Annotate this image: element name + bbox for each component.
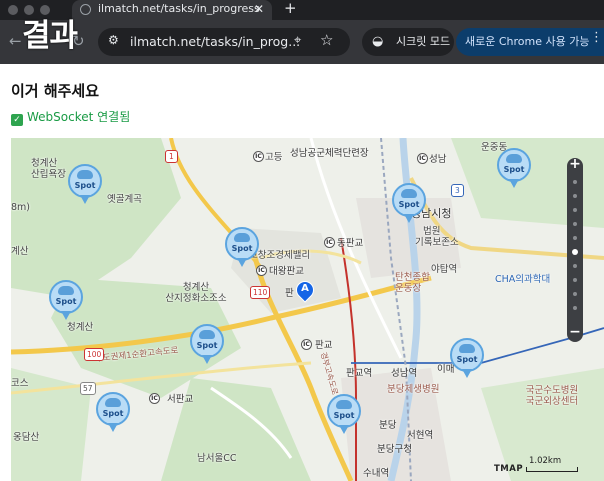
spot-marker[interactable]: Spot: [68, 164, 102, 206]
browser-toolbar: ← ↻ ⚙ ilmatch.net/tasks/in_prog... ⌖ ☆ ◒…: [0, 20, 604, 64]
current-location-marker[interactable]: A: [292, 277, 318, 303]
map-label: 코스: [11, 378, 29, 389]
map-label: 기록보존소: [415, 237, 459, 248]
map-label: 탄천종합 운동장: [395, 272, 430, 294]
scale-label: 1.02km: [529, 456, 562, 466]
map-label: 청계산: [67, 322, 94, 333]
spot-marker[interactable]: Spot: [497, 148, 531, 190]
road-shield: 100: [84, 348, 105, 361]
browser-tab[interactable]: ilmatch.net/tasks/in_progress ✕: [72, 0, 272, 20]
map-label: 옛골계곡: [107, 194, 142, 205]
overlay-title: 결과: [22, 18, 78, 54]
tab-strip: ilmatch.net/tasks/in_progress ✕ +: [0, 0, 604, 20]
spot-marker[interactable]: Spot: [225, 227, 259, 269]
interchange-icon: IC: [253, 151, 264, 162]
map-label: 남서울CC: [197, 453, 237, 464]
map-label: 판교역: [346, 368, 373, 379]
zoom-slider-handle[interactable]: [572, 249, 578, 255]
road-shield: 110: [250, 286, 271, 299]
zoom-out-button[interactable]: −: [567, 324, 583, 340]
incognito-indicator[interactable]: ◒ 시크릿 모드: [362, 28, 454, 56]
connection-status: ✓ WebSocket 연결됨: [11, 108, 130, 126]
map-label: 분당: [379, 420, 397, 431]
map-label: 성남공군체력단련장: [290, 148, 369, 159]
cloud-icon: [58, 286, 74, 295]
map-label: 판교: [315, 340, 333, 351]
map-label: 성남: [429, 154, 447, 165]
map-view[interactable]: 성남공군체력단련장 성남 운중동 청계산 산립욕장 옛골계곡 8m) 계산 성남…: [11, 138, 604, 481]
map-label: 서판교: [167, 394, 194, 405]
tab-title: ilmatch.net/tasks/in_progress: [98, 2, 260, 15]
cloud-icon: [401, 189, 417, 198]
location-pin-icon[interactable]: ⌖: [294, 33, 301, 48]
update-chrome-button[interactable]: 새로운 Chrome 사용 가능: [456, 28, 604, 56]
browser-chrome: ilmatch.net/tasks/in_progress ✕ + ← ↻ ⚙ …: [0, 0, 604, 64]
cloud-icon: [459, 344, 475, 353]
map-label: 계산: [11, 246, 29, 257]
map-label: 고등: [265, 152, 283, 163]
road-shield: 57: [80, 382, 96, 395]
cloud-icon: [336, 400, 352, 409]
incognito-label: 시크릿 모드: [396, 35, 451, 48]
map-label: 청계산 산지정화소조소: [165, 282, 227, 304]
site-settings-icon[interactable]: ⚙: [108, 33, 119, 47]
cloud-icon: [199, 330, 215, 339]
map-label: 8m): [11, 202, 31, 213]
map-label: 서현역: [407, 430, 434, 441]
map-label: CHA의과학대: [495, 274, 551, 285]
map-label: 성남역: [391, 368, 418, 379]
map-label: 국군수도병원 국군외상센터: [525, 385, 579, 407]
cloud-icon: [77, 170, 93, 179]
spot-marker[interactable]: Spot: [96, 392, 130, 434]
map-label: 동판교: [337, 238, 364, 249]
road-shield: 3: [451, 184, 464, 197]
spot-marker[interactable]: Spot: [392, 183, 426, 225]
scale-bar: [526, 467, 578, 472]
page-content: 이거 해주세요 ✓ WebSocket 연결됨 성남공군체력단련장 성남 운중동…: [0, 64, 604, 481]
spot-marker[interactable]: Spot: [49, 280, 83, 322]
address-bar[interactable]: ⚙ ilmatch.net/tasks/in_prog... ⌖ ☆: [98, 28, 350, 56]
map-brand-logo: TMAP: [494, 464, 524, 474]
globe-icon: [80, 4, 91, 15]
interchange-icon: IC: [417, 153, 428, 164]
map-label: 분당구청: [377, 444, 412, 455]
cloud-icon: [234, 233, 250, 242]
spot-marker[interactable]: Spot: [190, 324, 224, 366]
map-label: 판: [285, 288, 294, 299]
zoom-control[interactable]: + −: [567, 156, 583, 342]
road-shield: 1: [165, 150, 178, 163]
map-label: 옹담산: [13, 432, 40, 443]
interchange-icon: IC: [301, 339, 312, 350]
tab-close-icon[interactable]: ✕: [254, 0, 264, 18]
interchange-icon: IC: [149, 393, 160, 404]
map-label: 수내역: [363, 468, 390, 479]
spot-marker[interactable]: Spot: [450, 338, 484, 380]
interchange-icon: IC: [324, 237, 335, 248]
map-label: 분당제생병원: [387, 384, 440, 395]
map-label: 법원: [423, 226, 441, 237]
cloud-icon: [105, 398, 121, 407]
check-icon: ✓: [11, 114, 23, 126]
bookmark-star-icon[interactable]: ☆: [320, 31, 333, 49]
zoom-in-button[interactable]: +: [567, 156, 583, 172]
cloud-icon: [506, 154, 522, 163]
url-text: ilmatch.net/tasks/in_prog...: [130, 34, 301, 49]
window-close-button[interactable]: [8, 5, 18, 15]
new-tab-button[interactable]: +: [284, 0, 297, 17]
incognito-icon: ◒: [372, 34, 384, 49]
chrome-menu-icon[interactable]: ⋮: [590, 30, 603, 45]
status-text: WebSocket 연결됨: [27, 110, 131, 124]
back-button[interactable]: ←: [9, 32, 22, 50]
page-title: 이거 해주세요: [11, 82, 100, 100]
spot-marker[interactable]: Spot: [327, 394, 361, 436]
map-label: 대왕판교: [269, 266, 304, 277]
